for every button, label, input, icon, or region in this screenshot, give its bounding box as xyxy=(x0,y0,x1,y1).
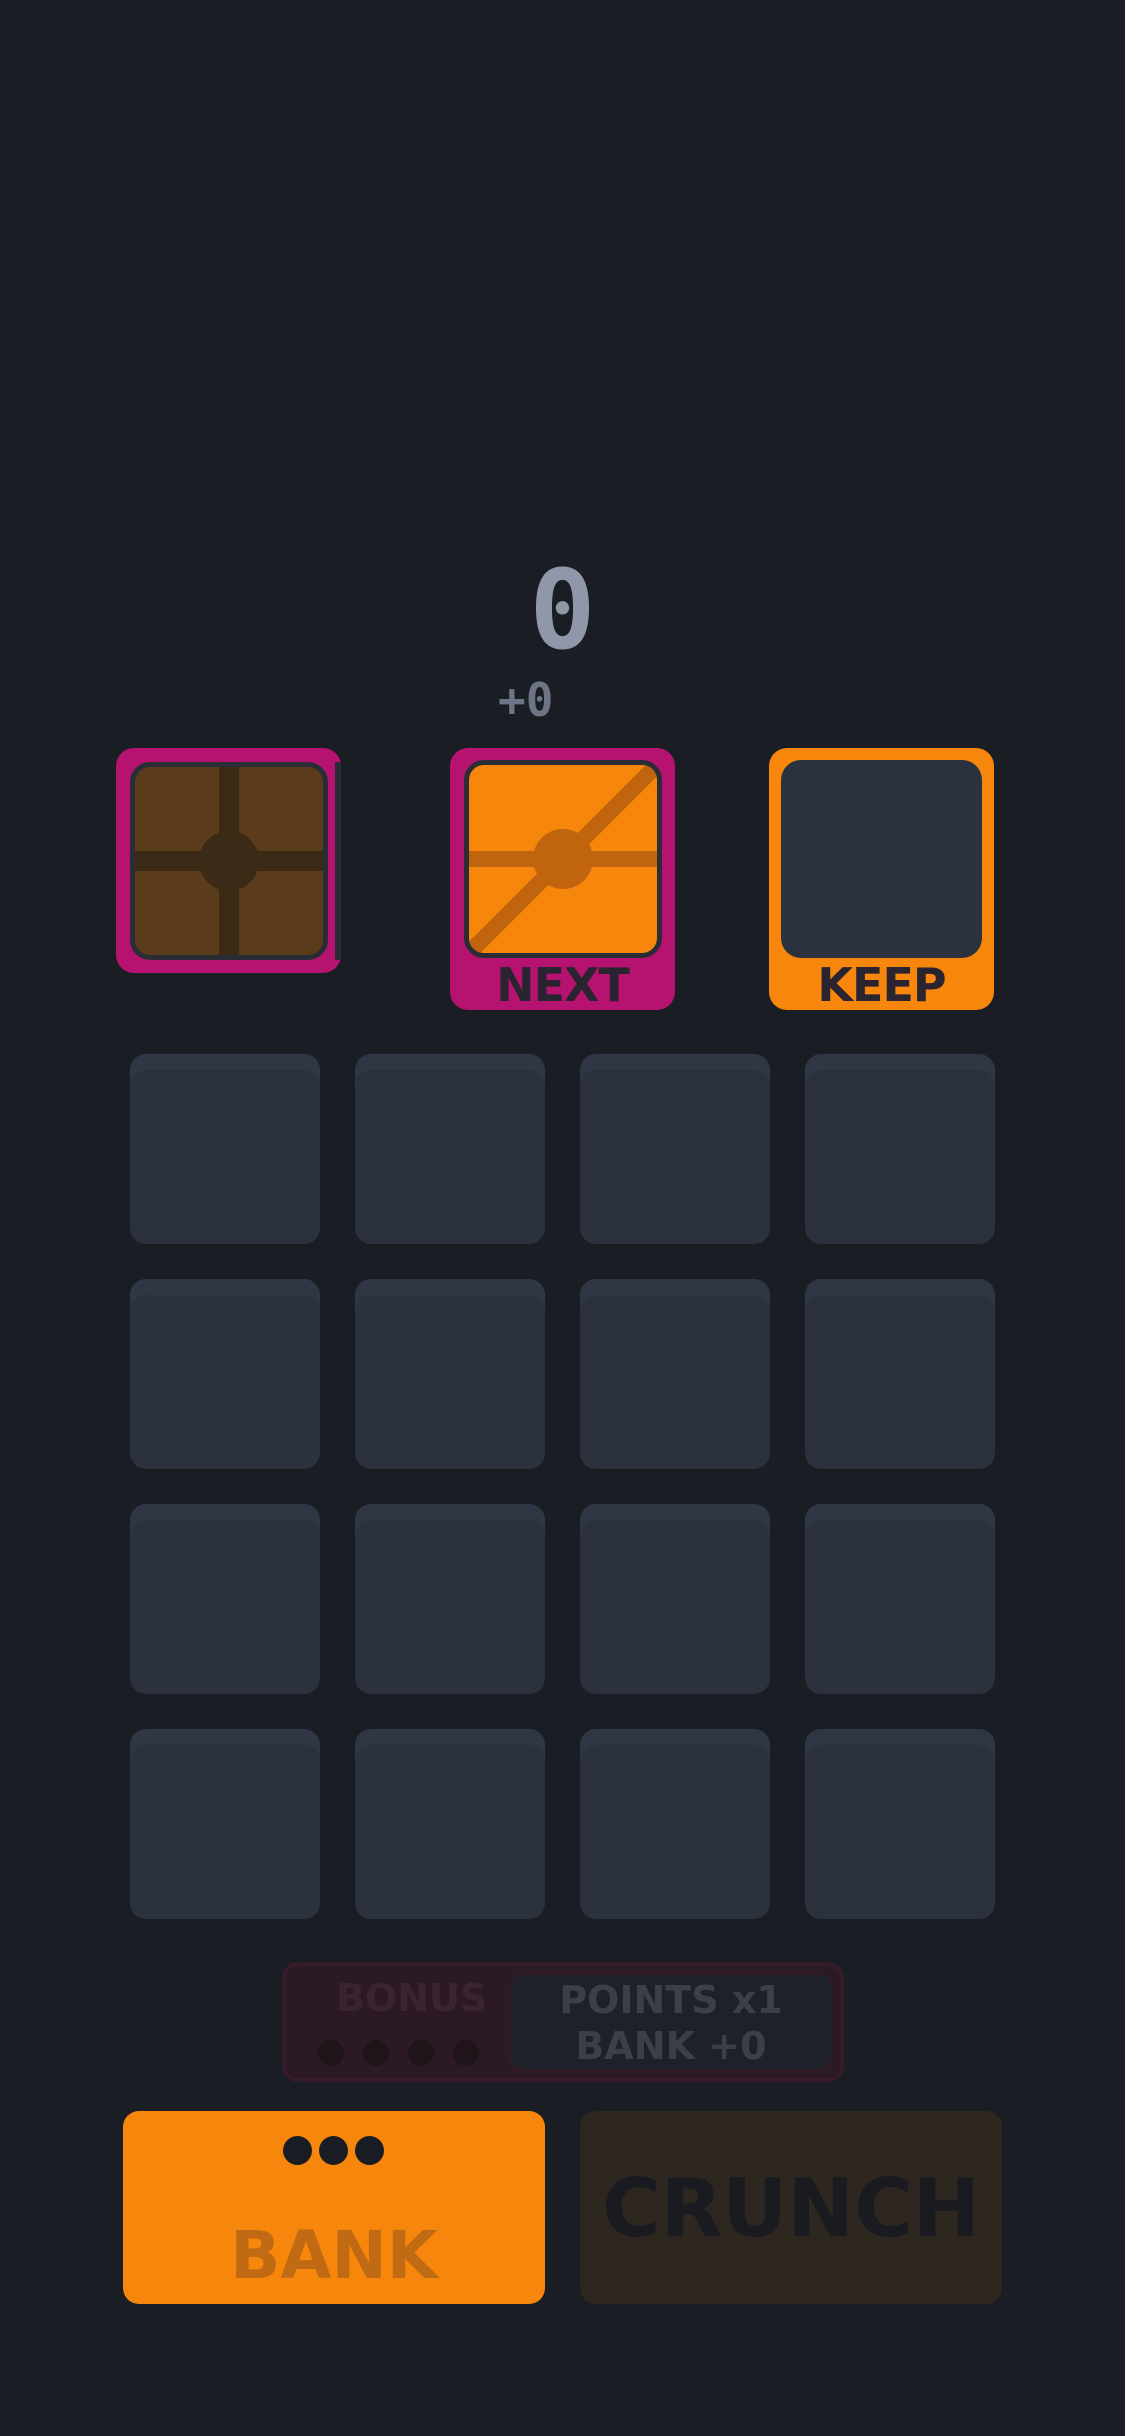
score-value: 0 xyxy=(529,546,596,674)
bank-label: BANK xyxy=(230,2217,438,2294)
bonus-dot xyxy=(408,2040,434,2066)
next-label: NEXT xyxy=(496,958,630,1012)
grid-cell[interactable] xyxy=(355,1729,545,1919)
diagonal-cross-icon xyxy=(469,765,657,953)
grid-cell[interactable] xyxy=(805,1279,995,1469)
bank-charge-dot xyxy=(319,2136,348,2165)
grid-cell[interactable] xyxy=(130,1729,320,1919)
keep-slot[interactable]: KEEP xyxy=(769,748,994,1010)
grid-cell[interactable] xyxy=(580,1279,770,1469)
bank-button[interactable]: BANK xyxy=(123,2111,545,2304)
bank-charge-dot xyxy=(283,2136,312,2165)
grid-cell[interactable] xyxy=(130,1054,320,1244)
grid-cell[interactable] xyxy=(355,1504,545,1694)
bonus-dot xyxy=(453,2040,479,2066)
grid-cell[interactable] xyxy=(355,1054,545,1244)
grid-cell[interactable] xyxy=(805,1504,995,1694)
next-tile xyxy=(464,760,662,958)
bonus-panel: BONUS POINTS x1 BANK +0 xyxy=(282,1962,844,2082)
keep-label: KEEP xyxy=(817,958,946,1012)
score-delta: +0 xyxy=(498,673,554,727)
grid-cell[interactable] xyxy=(130,1279,320,1469)
next-slot: NEXT xyxy=(450,748,675,1010)
cross-icon xyxy=(135,767,323,955)
cross-tile[interactable] xyxy=(130,762,328,960)
keep-empty-tile[interactable] xyxy=(781,760,982,958)
bonus-stats: POINTS x1 BANK +0 xyxy=(508,1972,834,2072)
grid-cell[interactable] xyxy=(805,1054,995,1244)
crunch-button[interactable]: CRUNCH xyxy=(580,2111,1002,2304)
grid-cell[interactable] xyxy=(580,1054,770,1244)
grid-cell[interactable] xyxy=(580,1729,770,1919)
bank-charge-dot xyxy=(355,2136,384,2165)
held-tile-slot[interactable] xyxy=(116,748,341,973)
grid-cell[interactable] xyxy=(580,1504,770,1694)
grid-cell[interactable] xyxy=(805,1729,995,1919)
bonus-label: BONUS xyxy=(336,1976,488,2020)
bonus-dot xyxy=(318,2040,344,2066)
crunch-label: CRUNCH xyxy=(602,2162,980,2255)
grid-cell[interactable] xyxy=(130,1504,320,1694)
bonus-dot xyxy=(363,2040,389,2066)
points-multiplier: POINTS x1 xyxy=(559,1978,783,2022)
bank-bonus: BANK +0 xyxy=(575,2024,767,2068)
grid-cell[interactable] xyxy=(355,1279,545,1469)
